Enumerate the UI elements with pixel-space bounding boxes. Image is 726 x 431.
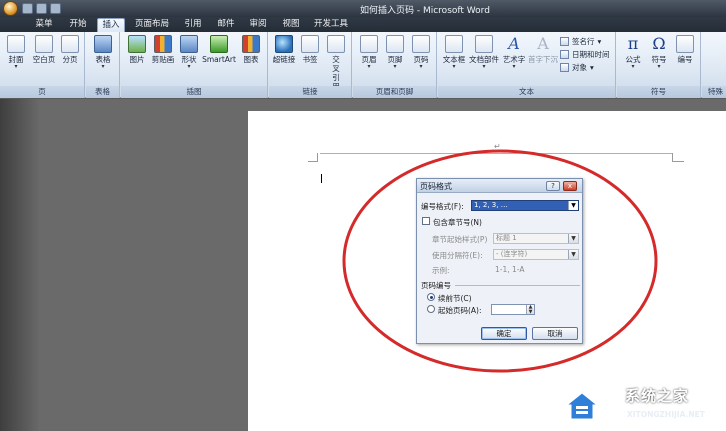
site-watermark: 系统之家 XITONGZHIJIA.NET (565, 385, 725, 429)
watermark-name: 系统之家 (625, 387, 690, 405)
annotation-overlay (342, 149, 658, 373)
house-logo-icon (565, 392, 599, 420)
watermark-url: XITONGZHIJIA.NET (627, 410, 705, 419)
red-annotation-ellipse (342, 149, 658, 373)
